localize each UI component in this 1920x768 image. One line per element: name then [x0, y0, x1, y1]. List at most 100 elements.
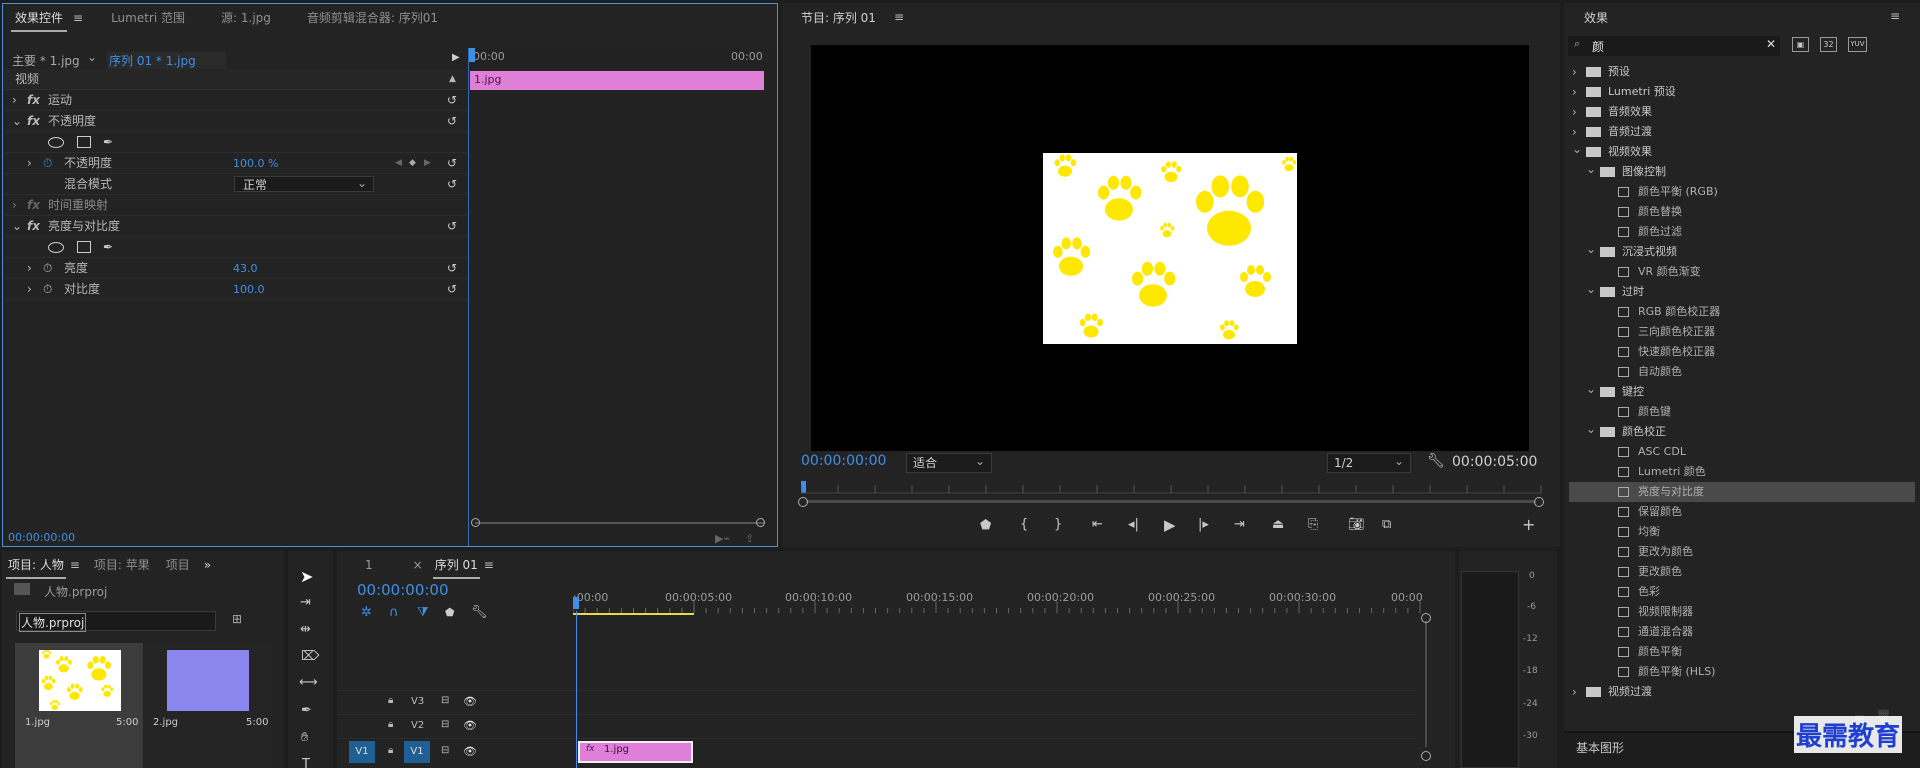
expand-icon[interactable]: › [27, 279, 32, 300]
rect-mask-icon[interactable] [77, 136, 91, 148]
eye-icon[interactable]: 👁︎ [463, 745, 477, 758]
chevron-down-icon[interactable]: ⌄ [87, 50, 97, 64]
brightness-contrast-row[interactable]: ⌄ fx 亮度与对比度 ↺ [3, 216, 467, 237]
effects-tree-item[interactable]: 颜色替换 [1564, 202, 1910, 222]
effects-tree-item[interactable]: ⌄ 过时 [1564, 282, 1910, 302]
go-to-in-icon[interactable]: ⇤ [1092, 517, 1103, 532]
fit-select[interactable]: 适合 ⌄ [906, 453, 992, 473]
ellipse-mask-icon[interactable] [48, 242, 64, 253]
effects-tree-item[interactable]: 更改颜色 [1564, 562, 1910, 582]
mini-clip-bar[interactable]: 1.jpg [470, 71, 764, 90]
program-title[interactable]: 节目: 序列 01 [801, 9, 876, 26]
essential-graphics-title[interactable]: 基本图形 [1576, 739, 1624, 756]
reset-icon[interactable]: ↺ [447, 258, 457, 279]
hand-tool-icon[interactable]: ✋︎ [301, 730, 308, 745]
scroll-handle-bottom[interactable] [1421, 751, 1431, 761]
chevron-down-icon[interactable]: ⌄ [1586, 279, 1596, 299]
step-back-icon[interactable]: ◂| [1128, 517, 1139, 532]
sync-lock-icon[interactable]: ⊟ [441, 745, 449, 756]
razor-tool-icon[interactable]: ⌦ [301, 649, 319, 664]
expand-icon[interactable]: › [12, 195, 17, 216]
effects-title[interactable]: 效果 [1584, 9, 1608, 26]
extract-icon[interactable]: ⎘ [1308, 517, 1318, 532]
linked-selection-icon[interactable]: ∩ [389, 605, 399, 620]
effects-tree-item[interactable]: › 视频过渡 [1564, 682, 1910, 702]
tab-source[interactable]: 源: 1.jpg [215, 4, 285, 32]
tab-project-people[interactable]: 项目: 人物 [6, 551, 66, 579]
clear-search-icon[interactable]: ✕ [1766, 37, 1776, 51]
fx-icon[interactable]: fx [27, 216, 40, 237]
slip-tool-icon[interactable]: ⟷ [299, 675, 318, 690]
effects-tree-item[interactable]: › 预设 [1564, 62, 1910, 82]
insert-overwrite-icon[interactable]: ⧩ [417, 605, 429, 620]
opacity-row[interactable]: ⌄ fx 不透明度 ↺ [3, 111, 467, 132]
selection-tool-icon[interactable]: ➤ [300, 567, 313, 586]
stopwatch-icon[interactable]: ⏱ [43, 258, 52, 279]
collapse-icon[interactable]: ⌄ [12, 216, 22, 237]
type-tool-icon[interactable]: T [302, 757, 310, 768]
reset-icon[interactable]: ↺ [447, 174, 457, 195]
chevron-right-icon[interactable]: › [1572, 62, 1577, 82]
eye-icon[interactable]: 👁︎ [463, 695, 477, 708]
next-keyframe-icon[interactable]: ▶ [424, 153, 431, 174]
time-remap-row[interactable]: › fx 时间重映射 [3, 195, 467, 216]
play-icon[interactable]: ▶ [1164, 516, 1176, 534]
tab-audio-clip-mixer[interactable]: 音频剪辑混合器: 序列01 [301, 4, 452, 32]
tab-project-apple[interactable]: 项目: 苹果 [90, 551, 154, 579]
chevron-down-icon[interactable]: ⌄ [1586, 239, 1596, 259]
tab-project[interactable]: 项目 [162, 551, 194, 579]
source-patch-v1[interactable]: V1 [349, 741, 375, 763]
comparison-view-icon[interactable]: ⧉ [1382, 517, 1391, 532]
effects-tree-item[interactable]: VR 颜色渐变 [1564, 262, 1910, 282]
collapse-up-icon[interactable]: ▲ [449, 69, 456, 90]
export-icon[interactable]: ⇪ [745, 532, 754, 545]
play-only-icon[interactable]: ▶ [452, 52, 460, 63]
tab-sequence-1[interactable]: 1 [365, 558, 373, 572]
effects-tree-item[interactable]: 快速颜色校正器 [1564, 342, 1910, 362]
effects-tree-item[interactable]: › Lumetri 预设 [1564, 82, 1910, 102]
chevron-down-icon[interactable]: ⌄ [1586, 379, 1596, 399]
effects-tree-item[interactable]: 自动颜色 [1564, 362, 1910, 382]
lock-icon[interactable]: 🔒︎ [388, 719, 393, 730]
effects-tree-item[interactable]: 色彩 [1564, 582, 1910, 602]
brightness-row[interactable]: › ⏱ 亮度 43.0 ↺ [3, 258, 467, 279]
effects-tree-item[interactable]: ⌄ 键控 [1564, 382, 1910, 402]
effects-tree-item[interactable]: ⌄ 沉浸式视频 [1564, 242, 1910, 262]
chevron-down-icon[interactable]: ⌄ [1586, 159, 1596, 179]
master-clip-label[interactable]: 主要 * 1.jpg [12, 52, 80, 69]
add-keyframe-icon[interactable]: ◆ [409, 153, 416, 174]
panel-menu-icon[interactable]: ≡ [73, 11, 83, 25]
contrast-row[interactable]: › ⏱ 对比度 100.0 ↺ [3, 279, 467, 300]
scroll-handle-right[interactable] [1534, 497, 1544, 507]
chevron-right-icon[interactable]: › [1572, 102, 1577, 122]
ripple-edit-tool-icon[interactable]: ⇹ [300, 622, 311, 637]
pen-mask-icon[interactable]: ✒ [103, 132, 113, 153]
tab-lumetri-scopes[interactable]: Lumetri 范围 [105, 4, 199, 32]
tab-sequence-01[interactable]: 序列 01 [432, 551, 480, 579]
effects-tree-item[interactable]: RGB 颜色校正器 [1564, 302, 1910, 322]
reset-icon[interactable]: ↺ [447, 279, 457, 300]
yuv-effects-icon[interactable]: YUV [1848, 37, 1867, 52]
quality-select[interactable]: 1/2 ⌄ [1327, 453, 1411, 473]
export-frame-icon[interactable]: ▶⌁ [715, 532, 730, 545]
step-forward-icon[interactable]: |▸ [1198, 517, 1209, 532]
sync-lock-icon[interactable]: ⊟ [441, 719, 449, 730]
chevron-right-icon[interactable]: › [1572, 82, 1577, 102]
chevron-down-icon[interactable]: ⌄ [1586, 419, 1596, 439]
lock-icon[interactable]: 🔒︎ [388, 695, 393, 706]
add-marker-icon[interactable]: ⬟ [980, 518, 991, 533]
timeline-ruler[interactable]: :00:00 00:00:05:00 00:00:10:00 00:00:15:… [573, 581, 1441, 615]
blend-mode-select[interactable]: 正常 ⌄ [234, 176, 374, 192]
tab-effect-controls[interactable]: 效果控件 [11, 4, 68, 32]
camera-icon[interactable]: 📷︎ [1348, 517, 1365, 532]
effects-tree-item[interactable]: 颜色平衡 (RGB) [1564, 182, 1910, 202]
timeline-clip[interactable]: fx 1.jpg [578, 741, 693, 763]
effects-search-input[interactable]: ⌕ 颜 ✕ [1568, 36, 1780, 56]
32-bit-effects-icon[interactable]: 32 [1820, 37, 1837, 52]
add-button-icon[interactable]: + [1522, 515, 1535, 534]
program-timecode[interactable]: 00:00:00:00 [801, 453, 886, 469]
effects-tree-item[interactable]: 亮度与对比度 [1569, 482, 1915, 502]
fx-icon[interactable]: fx [27, 195, 40, 216]
stopwatch-icon[interactable]: ⏱ [43, 279, 52, 300]
close-tab-icon[interactable]: × [413, 558, 423, 572]
